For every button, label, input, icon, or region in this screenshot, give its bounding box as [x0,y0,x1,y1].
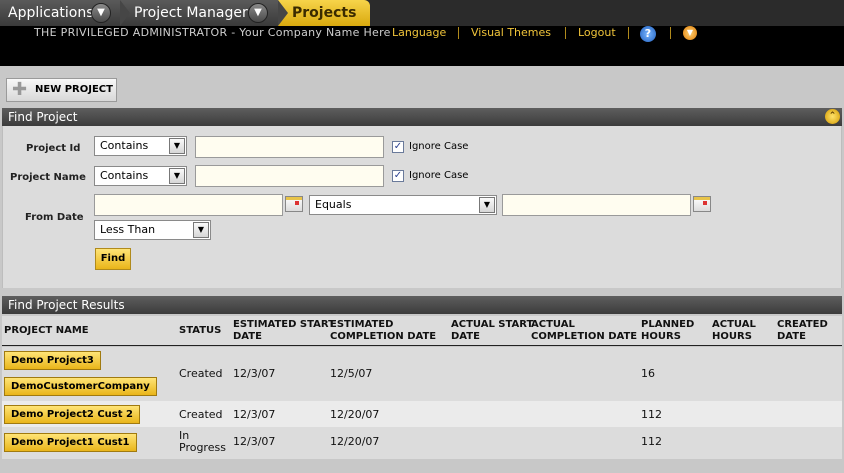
project-id-input[interactable] [195,136,384,158]
table-row: Demo Project2 Cust 2 Created 12/3/07 12/… [2,401,842,427]
breadcrumb-projects[interactable]: Projects [278,0,370,26]
breadcrumb-label: Applications [8,5,94,21]
column-header-actual-hours[interactable]: ACTUAL HOURS [712,319,756,343]
column-header-planned-hours[interactable]: PLANNED HOURS [641,319,694,343]
breadcrumb-separator [120,0,130,26]
visual-themes-link[interactable]: Visual Themes [471,26,551,40]
select-value: Contains [100,139,149,152]
status-cell: Created [179,367,223,380]
calendar-icon[interactable] [285,196,303,212]
column-header-created-date[interactable]: CREATED DATE [777,319,828,343]
user-bar: THE PRIVILEGED ADMINISTRATOR - Your Comp… [0,26,844,40]
project-id-operator-select[interactable]: Contains ▼ [94,136,187,156]
column-header-status[interactable]: STATUS [179,325,221,337]
estimated-start-cell: 12/3/07 [233,435,276,448]
from-date-operator-select[interactable]: Equals ▼ [309,195,497,215]
thru-date-operator-select[interactable]: Less Than ▼ [94,220,211,240]
breadcrumb-project-manager[interactable]: Project Manager ▼ [120,0,288,26]
plus-icon: ✚ [12,79,28,100]
find-button[interactable]: Find [95,248,131,270]
project-link-button[interactable]: Demo Project2 Cust 2 [4,405,140,424]
estimated-completion-cell: 12/20/07 [330,435,380,448]
breadcrumb-label: Project Manager [134,5,248,21]
divider [458,27,459,39]
panel-title: Find Project [8,110,78,124]
project-link-button[interactable]: Demo Project3 [4,351,101,370]
ignore-case-label: Ignore Case [409,141,469,152]
divider [565,27,566,39]
chevron-down-icon[interactable]: ▼ [248,3,268,23]
estimated-start-cell: 12/3/07 [233,408,276,421]
planned-hours-cell: 112 [641,408,662,421]
column-header-estimated-start-date[interactable]: ESTIMATED START DATE [233,319,335,343]
chevron-down-icon[interactable]: ▼ [91,3,111,23]
estimated-completion-cell: 12/5/07 [330,367,373,380]
app-header: Applications ▼ Project Manager ▼ Project… [0,0,844,66]
project-name-ignore-case-checkbox[interactable]: ✓ [392,170,404,182]
breadcrumb-separator [278,0,288,26]
chevron-down-icon: ▼ [479,197,495,213]
find-project-form: Project Id Contains ▼ ✓ Ignore Case Proj… [2,126,842,288]
from-date-input[interactable] [94,194,283,216]
project-name-input[interactable] [195,165,384,187]
column-header-project-name[interactable]: PROJECT NAME [4,325,89,337]
footer-strip [2,459,842,473]
ignore-case-label: Ignore Case [409,170,469,181]
select-value: Equals [315,198,352,211]
breadcrumb-applications[interactable]: Applications ▼ [0,0,130,26]
divider [670,27,671,39]
new-project-button[interactable]: ✚ NEW PROJECT [6,78,117,102]
column-header-actual-start-date[interactable]: ACTUAL START DATE [451,319,533,343]
chevron-down-icon: ▼ [169,168,185,184]
project-name-operator-select[interactable]: Contains ▼ [94,166,187,186]
status-cell: Created [179,408,223,421]
thru-date-input[interactable] [502,194,691,216]
customer-link-button[interactable]: DemoCustomerCompany [4,377,157,396]
results-table-header: PROJECT NAME STATUS ESTIMATED START DATE … [2,316,842,346]
planned-hours-cell: 16 [641,367,655,380]
menu-dropdown-icon[interactable]: ▼ [683,26,697,40]
status-cell: In Progress [179,429,226,454]
planned-hours-cell: 112 [641,435,662,448]
estimated-completion-cell: 12/20/07 [330,408,380,421]
project-name-label: Project Name [10,172,86,183]
results-header: Find Project Results [2,296,842,314]
column-header-actual-completion-date[interactable]: ACTUAL COMPLETION DATE [531,319,637,343]
breadcrumb-label: Projects [292,5,357,21]
user-name: THE PRIVILEGED ADMINISTRATOR - Your Comp… [34,26,391,39]
panel-title: Find Project Results [8,298,125,312]
divider [628,27,629,39]
project-link-button[interactable]: Demo Project1 Cust1 [4,433,137,452]
select-value: Less Than [100,223,156,236]
chevron-down-icon: ▼ [169,138,185,154]
chevron-down-icon: ▼ [193,222,209,238]
table-row: Demo Project3 DemoCustomerCompany Create… [2,347,842,401]
find-project-header: Find Project ⌃ [2,108,842,126]
help-icon[interactable]: ? [640,26,656,42]
new-project-label: NEW PROJECT [35,84,113,95]
breadcrumb: Applications ▼ Project Manager ▼ Project… [0,0,844,26]
project-id-label: Project Id [26,143,81,154]
select-value: Contains [100,169,149,182]
language-link[interactable]: Language [392,26,446,40]
column-header-estimated-completion-date[interactable]: ESTIMATED COMPLETION DATE [330,319,436,343]
from-date-label: From Date [25,212,84,223]
estimated-start-cell: 12/3/07 [233,367,276,380]
calendar-icon[interactable] [693,196,711,212]
collapse-icon[interactable]: ⌃ [825,109,840,124]
project-id-ignore-case-checkbox[interactable]: ✓ [392,141,404,153]
table-row: Demo Project1 Cust1 In Progress 12/3/07 1… [2,427,842,459]
logout-link[interactable]: Logout [578,26,616,40]
